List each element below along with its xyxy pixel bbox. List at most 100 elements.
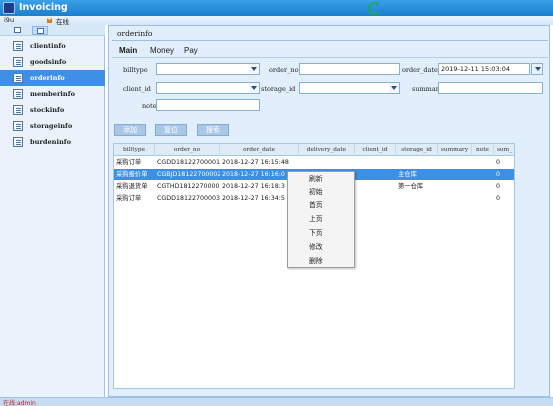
column-header[interactable]: order_no — [155, 144, 220, 156]
column-header[interactable]: note — [472, 144, 494, 156]
cell-order-no: CGDD18122700003 — [157, 195, 220, 202]
title-bar: Invoicing — [0, 0, 553, 16]
note-label: note — [142, 102, 157, 110]
billtype-select[interactable] — [156, 63, 260, 75]
cell-storage-id: 主仓库 — [398, 171, 417, 178]
column-header[interactable]: order_date — [220, 144, 299, 156]
date-picker-button[interactable] — [531, 63, 543, 75]
sidebar-item-label: orderinfo — [30, 74, 65, 82]
menu-item-init[interactable]: 初始 — [288, 186, 354, 199]
menu-item-delete[interactable]: 删除 — [288, 255, 354, 268]
context-menu: 刷新 初始 首页 上页 下页 修改 删除 — [287, 171, 355, 268]
sidebar-item-label: stockinfo — [30, 106, 65, 114]
cat-icon — [47, 18, 52, 23]
cell-sum: 0 — [496, 183, 501, 190]
cell-order-no: CGTHD18122700002 — [157, 183, 220, 190]
sidebar-item-clientinfo[interactable]: clientinfo — [0, 38, 105, 54]
table-icon — [13, 89, 23, 99]
menu-item-prev-page[interactable]: 上页 — [288, 213, 354, 226]
sidebar-item-stockinfo[interactable]: stockinfo — [0, 102, 105, 118]
app-title: Invoicing — [19, 2, 68, 13]
client-id-select[interactable] — [156, 82, 260, 94]
tab-main[interactable]: Main — [119, 46, 137, 55]
tab-pay[interactable]: Pay — [184, 46, 198, 55]
cell-billtype: 采购报价单 — [116, 171, 148, 178]
sync-icon[interactable] — [368, 2, 381, 15]
divider — [112, 57, 548, 58]
table-icon — [13, 57, 23, 67]
divider — [112, 40, 548, 41]
menu-bar: i9u 在线 — [0, 16, 553, 26]
sidebar-item-burdeninfo[interactable]: burdeninfo — [0, 134, 105, 150]
sidebar: clientinfo goodsinfo orderinfo memberinf… — [0, 25, 105, 397]
table-row[interactable]: 采购订单 CGDD18122700001 2018-12-27 16:15:48… — [114, 157, 514, 168]
menu-item-edit[interactable]: 修改 — [288, 241, 354, 254]
page-title: orderinfo — [117, 29, 153, 38]
nav-list: clientinfo goodsinfo orderinfo memberinf… — [0, 38, 105, 150]
client-id-label: client_id — [123, 85, 151, 93]
column-header[interactable]: client_id — [355, 144, 396, 156]
app-logo-icon — [3, 2, 15, 14]
sidebar-item-goodsinfo[interactable]: goodsinfo — [0, 54, 105, 70]
sidebar-item-label: memberinfo — [30, 90, 75, 98]
order-no-label: order_no — [269, 66, 299, 74]
order-date-input[interactable]: 2019-12-11 15:03:04 — [438, 63, 530, 75]
sidebar-item-label: burdeninfo — [30, 138, 72, 146]
menu-item-refresh[interactable]: 刷新 — [288, 173, 354, 186]
cell-sum: 0 — [496, 159, 501, 166]
summary-input[interactable] — [438, 82, 543, 94]
sidebar-tabs — [0, 25, 105, 36]
status-text: 在线:admin — [3, 400, 36, 406]
chevron-down-icon — [389, 83, 399, 93]
order-date-value: 2019-12-11 15:03:04 — [441, 65, 511, 73]
sidebar-item-memberinfo[interactable]: memberinfo — [0, 86, 105, 102]
cell-order-date: 2018-12-27 16:15:48 — [222, 159, 289, 166]
order-date-label: order_date — [402, 66, 438, 74]
table-icon — [13, 137, 23, 147]
column-header[interactable]: storage_id — [396, 144, 438, 156]
order-no-input[interactable] — [299, 63, 400, 75]
storage-id-select[interactable] — [299, 82, 400, 94]
sidebar-tab-settings[interactable] — [10, 26, 26, 35]
billtype-label: billtype — [123, 66, 148, 74]
status-bar: 在线:admin — [0, 397, 553, 406]
chevron-down-icon — [249, 64, 259, 74]
reset-button[interactable]: 复位 — [155, 124, 187, 136]
sidebar-item-label: storageinfo — [30, 122, 73, 130]
menu-item-first-page[interactable]: 首页 — [288, 199, 354, 212]
column-header[interactable]: delivery_date — [299, 144, 355, 156]
sidebar-item-label: goodsinfo — [30, 58, 67, 66]
search-button[interactable]: 搜索 — [197, 124, 229, 136]
cell-sum: 0 — [496, 171, 501, 178]
table-icon — [13, 121, 23, 131]
cell-storage-id — [396, 193, 438, 204]
sidebar-item-orderinfo[interactable]: orderinfo — [0, 70, 105, 86]
table-icon — [13, 41, 23, 51]
sidebar-item-label: clientinfo — [30, 42, 66, 50]
sidebar-tab-tables[interactable] — [32, 26, 48, 35]
table-header: billtype order_no order_date delivery_da… — [114, 144, 514, 156]
cell-billtype: 采购退货单 — [116, 183, 148, 190]
settings-icon — [14, 27, 21, 33]
add-button[interactable]: 添加 — [114, 124, 146, 136]
chevron-down-icon — [249, 83, 259, 93]
table-icon — [13, 105, 23, 115]
cell-billtype: 采购订单 — [116, 159, 142, 166]
tab-money[interactable]: Money — [150, 46, 174, 55]
cell-storage-id: 第一仓库 — [398, 183, 424, 190]
sidebar-item-storageinfo[interactable]: storageinfo — [0, 118, 105, 134]
cell-storage-id — [396, 157, 438, 168]
cell-billtype: 采购订单 — [116, 195, 142, 202]
menu-item-next-page[interactable]: 下页 — [288, 227, 354, 240]
storage-id-label: storage_id — [261, 85, 296, 93]
column-header[interactable]: sum_ — [494, 144, 514, 156]
cell-sum: 0 — [496, 195, 501, 202]
cell-order-no: CGDD18122700001 — [157, 159, 220, 166]
note-input[interactable] — [156, 99, 260, 111]
column-header[interactable]: billtype — [114, 144, 155, 156]
table-icon — [37, 28, 44, 34]
cell-order-no: CGBJD18122700002 — [157, 171, 220, 178]
user-label: i9u — [4, 16, 15, 24]
table-icon — [13, 73, 23, 83]
column-header[interactable]: summary — [438, 144, 472, 156]
